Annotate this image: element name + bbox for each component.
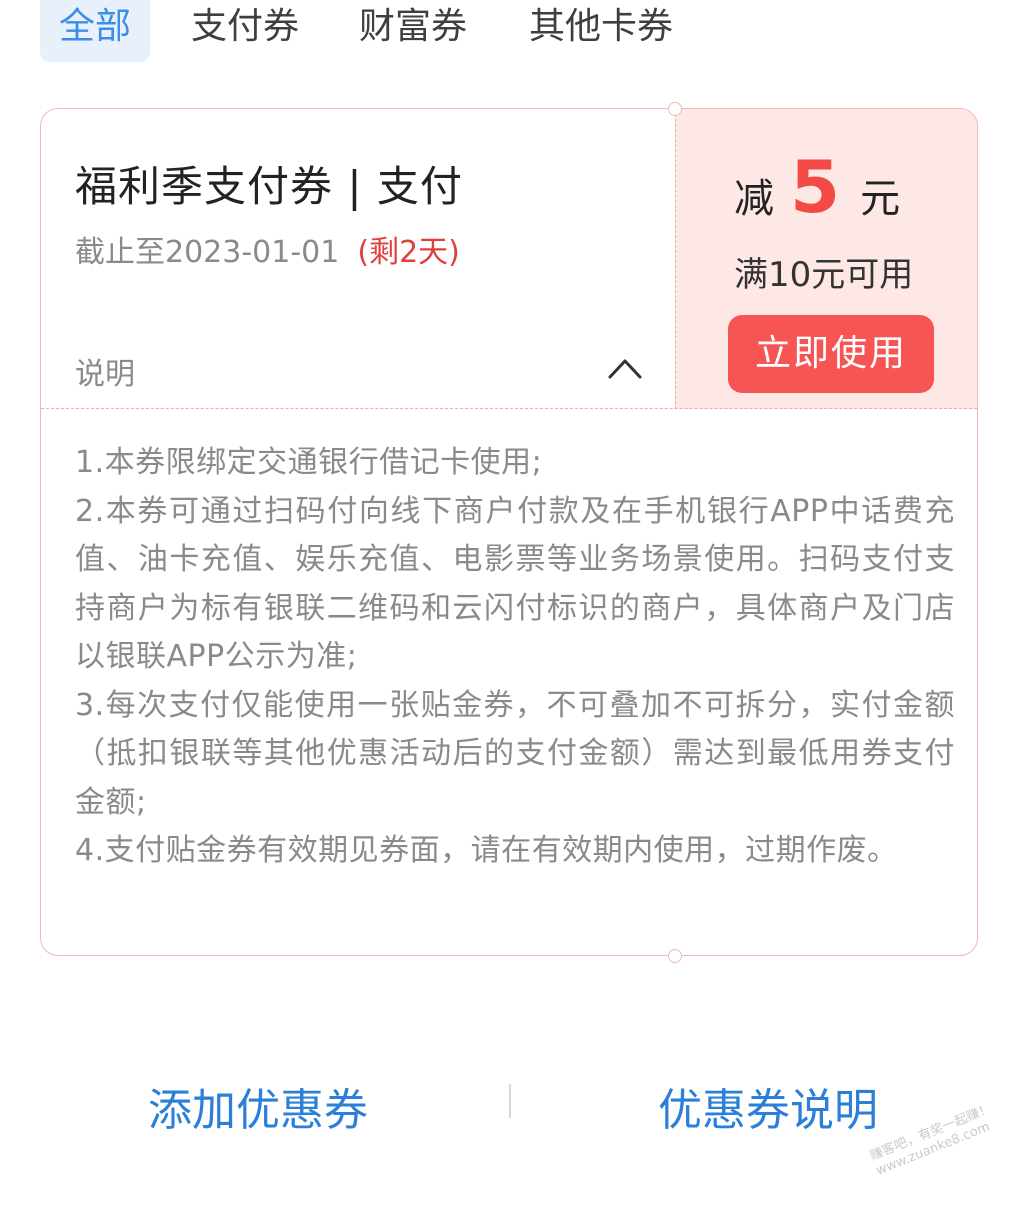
rule-item: 3.每次支付仅能使用一张贴金券，不可叠加不可拆分，实付金额（抵扣银联等其他优惠活… xyxy=(75,687,955,820)
ticket-notch-top xyxy=(668,102,682,116)
discount-value: 5 xyxy=(790,145,841,229)
expiry-date: 截止至2023-01-01 xyxy=(75,235,340,270)
discount-amount: 减5元 xyxy=(734,145,900,229)
coupon-title: 福利季支付券 | 支付 xyxy=(75,162,463,211)
coupon-tabs: 全部 支付券 财富券 其他卡券 xyxy=(0,0,1020,70)
tab-all[interactable]: 全部 xyxy=(40,0,150,62)
coupon-rules: 1.本券限绑定交通银行借记卡使用; 2.本券可通过扫码付向线下商户付款及在手机银… xyxy=(75,439,955,876)
ticket-notch-bottom xyxy=(668,949,682,963)
discount-unit: 元 xyxy=(860,176,901,222)
use-now-button[interactable]: 立即使用 xyxy=(728,315,934,393)
bottom-actions: 添加优惠券 优惠券说明 xyxy=(0,1060,1020,1140)
coupon-value-panel: 减5元 满10元可用 立即使用 xyxy=(675,109,977,409)
action-separator xyxy=(509,1084,511,1118)
days-remaining: (剩2天) xyxy=(357,235,460,270)
usage-condition: 满10元可用 xyxy=(734,255,914,295)
tab-other-coupons[interactable]: 其他卡券 xyxy=(524,0,678,62)
dashed-divider xyxy=(41,408,977,409)
tab-payment-coupons[interactable]: 支付券 xyxy=(188,0,302,62)
rule-item: 1.本券限绑定交通银行借记卡使用; xyxy=(75,445,543,480)
tab-wealth-coupons[interactable]: 财富券 xyxy=(356,0,470,62)
discount-prefix: 减 xyxy=(734,176,774,222)
coupon-expiry: 截止至2023-01-01 (剩2天) xyxy=(75,227,460,271)
coupon-card: 减5元 满10元可用 立即使用 福利季支付券 | 支付 截止至2023-01-0… xyxy=(40,108,978,956)
chevron-up-icon[interactable] xyxy=(607,355,643,381)
rule-item: 4.支付贴金券有效期见券面，请在有效期内使用，过期作废。 xyxy=(75,833,898,868)
explain-label: 说明 xyxy=(75,357,135,392)
add-coupon-button[interactable]: 添加优惠券 xyxy=(148,1074,368,1138)
rule-item: 2.本券可通过扫码付向线下商户付款及在手机银行APP中话费充值、油卡充值、娱乐充… xyxy=(75,493,955,675)
coupon-info-button[interactable]: 优惠券说明 xyxy=(658,1074,878,1138)
